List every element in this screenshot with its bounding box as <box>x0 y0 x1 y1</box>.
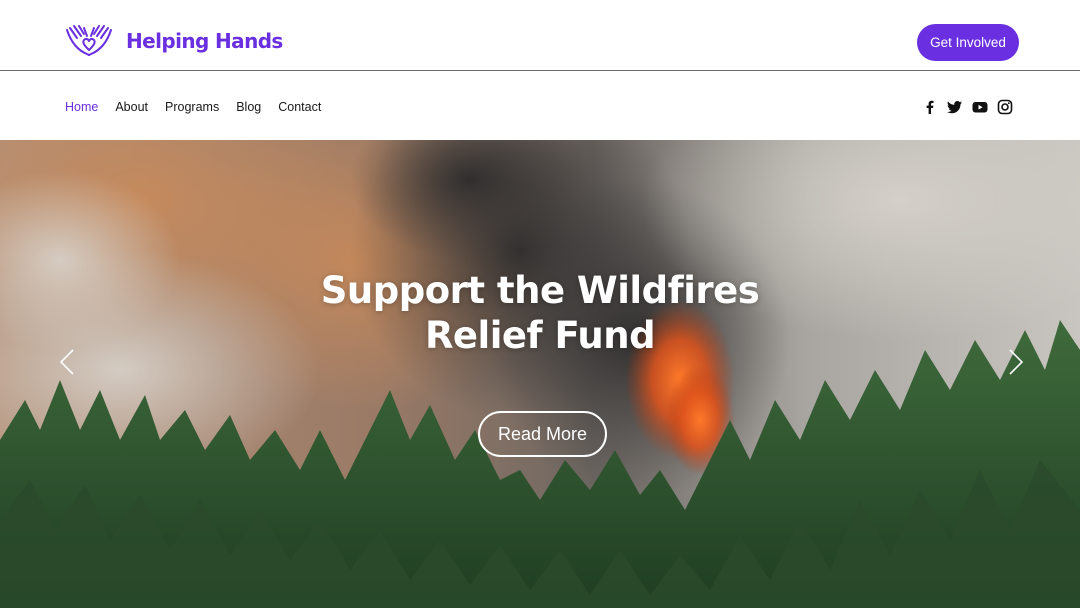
hero-slider: Support the Wildfires Relief Fund Read M… <box>0 140 1080 608</box>
hero-title: Support the Wildfires Relief Fund <box>290 268 790 358</box>
nav-item-blog[interactable]: Blog <box>236 100 261 114</box>
hands-heart-logo-icon <box>66 25 112 56</box>
instagram-icon[interactable] <box>997 99 1013 115</box>
facebook-icon[interactable] <box>922 99 938 115</box>
main-nav: Home About Programs Blog Contact <box>65 100 338 114</box>
nav-bar: Home About Programs Blog Contact <box>0 72 1080 140</box>
brand-name[interactable]: Helping Hands <box>126 29 283 53</box>
nav-item-about[interactable]: About <box>115 100 148 114</box>
nav-item-programs[interactable]: Programs <box>165 100 219 114</box>
brand[interactable]: Helping Hands <box>65 24 283 58</box>
twitter-icon[interactable] <box>947 99 963 115</box>
get-involved-button[interactable]: Get Involved <box>917 24 1019 61</box>
site-header: Helping Hands Get Involved <box>0 0 1080 71</box>
nav-item-contact[interactable]: Contact <box>278 100 321 114</box>
chevron-right-icon[interactable] <box>1008 348 1024 376</box>
forest-wildfire-photo <box>0 140 1080 608</box>
youtube-icon[interactable] <box>972 99 988 115</box>
read-more-button[interactable]: Read More <box>478 411 607 457</box>
hero-title-line2: Relief Fund <box>424 314 656 357</box>
nav-item-home[interactable]: Home <box>65 100 98 114</box>
social-links <box>922 99 1013 115</box>
hero-title-line1: Support the Wildfires <box>320 269 760 312</box>
chevron-left-icon[interactable] <box>59 348 75 376</box>
